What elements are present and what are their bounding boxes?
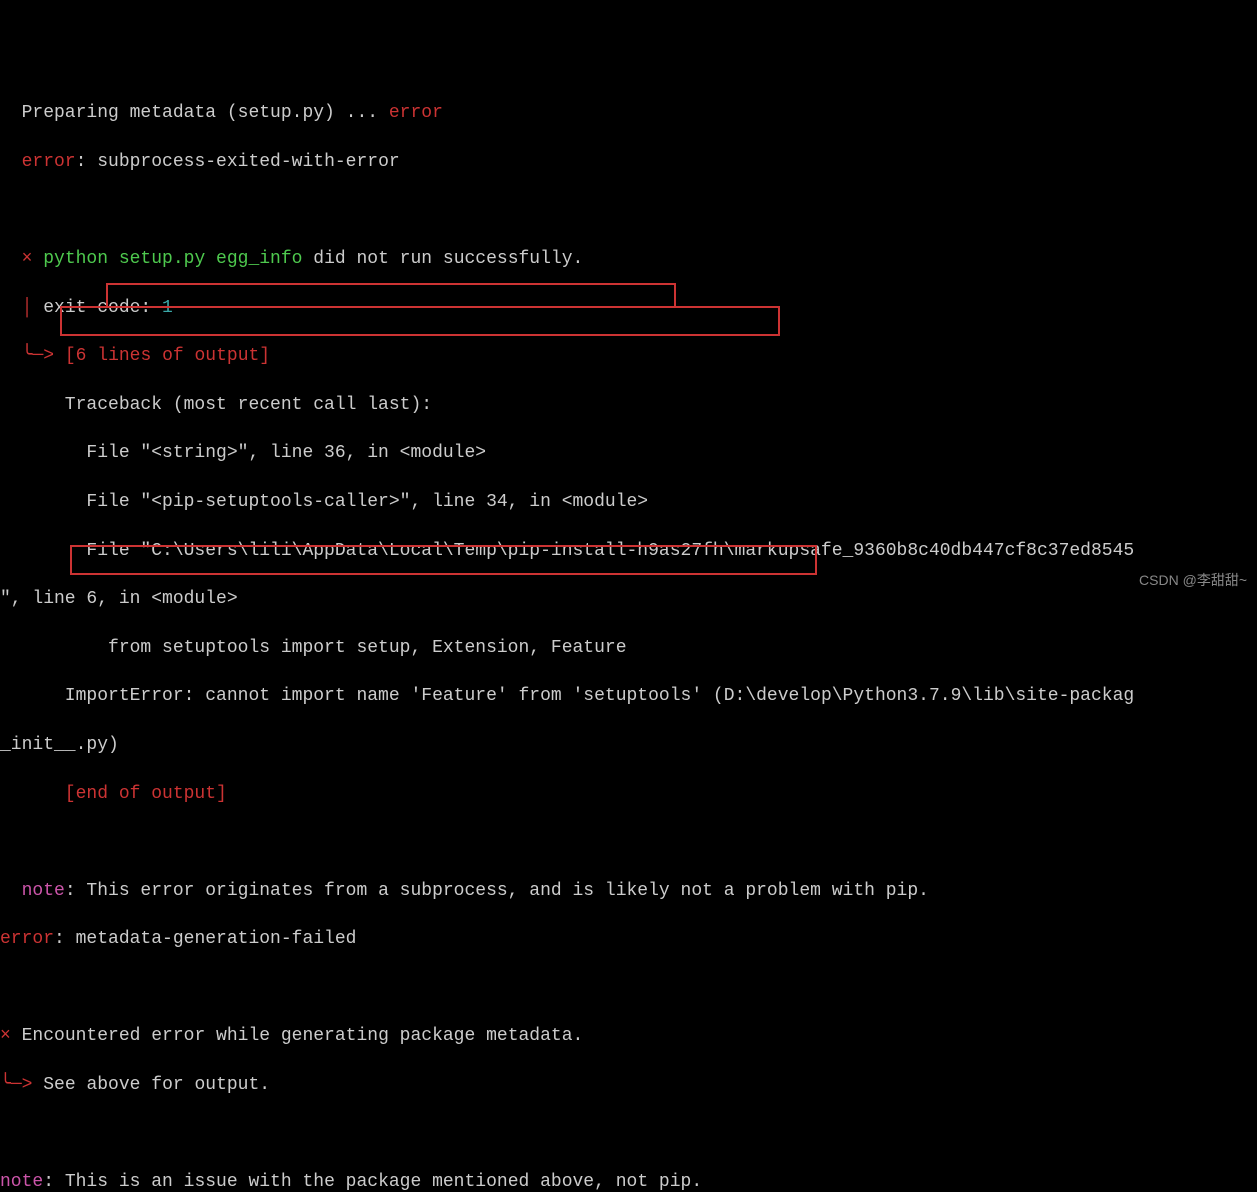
text: : metadata-generation-failed (54, 929, 356, 949)
note-label: note (0, 1172, 43, 1192)
traceback-line: _init__.py) (0, 733, 1257, 757)
text: from setuptools import setup, Extension,… (0, 638, 627, 658)
command-text: python setup.py egg_info (43, 249, 302, 269)
error-label: error (0, 152, 76, 172)
blank-line (0, 976, 1257, 1000)
text: File "<string>", line 36, in <module> (0, 443, 486, 463)
terminal-line: error: metadata-generation-failed (0, 927, 1257, 951)
arrow-icon: ╰─> (0, 1075, 43, 1095)
exit-code: 1 (162, 298, 173, 318)
blank-line (0, 830, 1257, 854)
text: See above for output. (43, 1075, 270, 1095)
text: exit code: (43, 298, 162, 318)
text: (D:\develop\Python3.7.9\lib\site-packag (702, 686, 1134, 706)
terminal-line: error: subprocess-exited-with-error (0, 150, 1257, 174)
pipe-icon: │ (0, 298, 43, 318)
terminal-line: [end of output] (0, 782, 1257, 806)
import-error-line: ImportError: cannot import name 'Feature… (0, 684, 1257, 708)
error-text: error (389, 103, 443, 123)
cross-icon: × (0, 249, 43, 269)
terminal-line: Preparing metadata (setup.py) ... error (0, 101, 1257, 125)
text: File "<pip-setuptools-caller>", line 34,… (0, 492, 648, 512)
text: Traceback (most recent call last): (0, 395, 432, 415)
traceback-line: from setuptools import setup, Extension,… (0, 636, 1257, 660)
terminal-line: × python setup.py egg_info did not run s… (0, 247, 1257, 271)
traceback-line: ", line 6, in <module> (0, 587, 1257, 611)
terminal-line: │ exit code: 1 (0, 296, 1257, 320)
text: ", line 6, in <module> (0, 589, 238, 609)
text: Encountered error while generating packa… (22, 1026, 584, 1046)
error-message: ImportError: cannot import name 'Feature… (0, 686, 702, 706)
note-label: note (0, 881, 65, 901)
traceback-line: Traceback (most recent call last): (0, 393, 1257, 417)
watermark: CSDN @李甜甜~ (1139, 571, 1247, 590)
error-label: error (0, 929, 54, 949)
output-marker: [6 lines of output] (65, 346, 270, 366)
text: : subprocess-exited-with-error (76, 152, 400, 172)
terminal-line: note: This error originates from a subpr… (0, 879, 1257, 903)
text: Preparing metadata (setup.py) ... (0, 103, 389, 123)
text: _init__.py) (0, 735, 119, 755)
text: : This is an issue with the package ment… (43, 1172, 702, 1192)
text: File "C:\Users\lili\AppData\Local\Temp\p… (0, 541, 1134, 561)
blank-line (0, 198, 1257, 222)
blank-line (0, 1122, 1257, 1146)
output-marker: [end of output] (0, 784, 227, 804)
traceback-line: File "C:\Users\lili\AppData\Local\Temp\p… (0, 539, 1257, 563)
cross-icon: × (0, 1026, 22, 1046)
traceback-line: File "<pip-setuptools-caller>", line 34,… (0, 490, 1257, 514)
text: : This error originates from a subproces… (65, 881, 929, 901)
text: did not run successfully. (302, 249, 583, 269)
terminal-line: × Encountered error while generating pac… (0, 1024, 1257, 1048)
terminal-line: ╰─> See above for output. (0, 1073, 1257, 1097)
terminal-line: ╰─> [6 lines of output] (0, 344, 1257, 368)
arrow-icon: ╰─> (0, 346, 65, 366)
traceback-line: File "<string>", line 36, in <module> (0, 441, 1257, 465)
terminal-line: note: This is an issue with the package … (0, 1170, 1257, 1192)
